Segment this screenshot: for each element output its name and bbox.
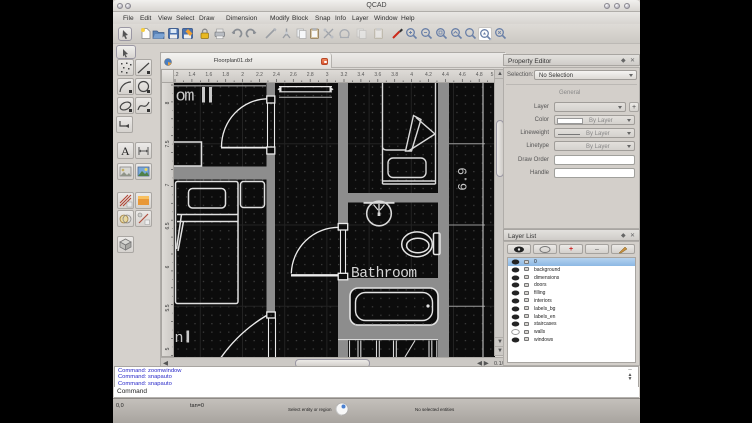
- svg-text:1.2: 1.2: [174, 72, 179, 78]
- svg-text:3.6: 3.6: [374, 72, 381, 78]
- svg-text:om: om: [175, 88, 194, 107]
- svg-text:5.5: 5.5: [165, 304, 171, 311]
- svg-text:4.2: 4.2: [425, 72, 432, 78]
- svg-text:4: 4: [410, 72, 413, 78]
- svg-text:6: 6: [165, 265, 171, 268]
- svg-text:A: A: [121, 144, 130, 158]
- svg-text:2.2: 2.2: [256, 72, 263, 78]
- svg-text:4.8: 4.8: [475, 72, 482, 78]
- svg-text:5: 5: [490, 72, 493, 78]
- svg-text:Bathroom: Bathroom: [351, 266, 417, 282]
- svg-text:1.6: 1.6: [205, 72, 212, 78]
- svg-text:7: 7: [165, 183, 171, 186]
- svg-text:3.2: 3.2: [340, 72, 347, 78]
- svg-text:2.6: 2.6: [289, 72, 296, 78]
- svg-text:6.9: 6.9: [455, 167, 470, 190]
- svg-text:3.4: 3.4: [357, 72, 364, 78]
- svg-text:6.5: 6.5: [165, 222, 171, 229]
- svg-text:2: 2: [241, 72, 244, 78]
- svg-text:2.4: 2.4: [272, 72, 279, 78]
- svg-text:1.8: 1.8: [222, 72, 229, 78]
- svg-text:n: n: [174, 330, 182, 347]
- svg-text:8: 8: [165, 101, 171, 104]
- svg-text:5: 5: [165, 347, 171, 350]
- svg-text:3.8: 3.8: [391, 72, 398, 78]
- svg-text:4.4: 4.4: [441, 72, 448, 78]
- svg-text:1.4: 1.4: [188, 72, 195, 78]
- svg-text:4.6: 4.6: [458, 72, 465, 78]
- svg-text:2.8: 2.8: [306, 72, 313, 78]
- svg-text:3: 3: [325, 72, 328, 78]
- svg-text:7.5: 7.5: [165, 140, 171, 147]
